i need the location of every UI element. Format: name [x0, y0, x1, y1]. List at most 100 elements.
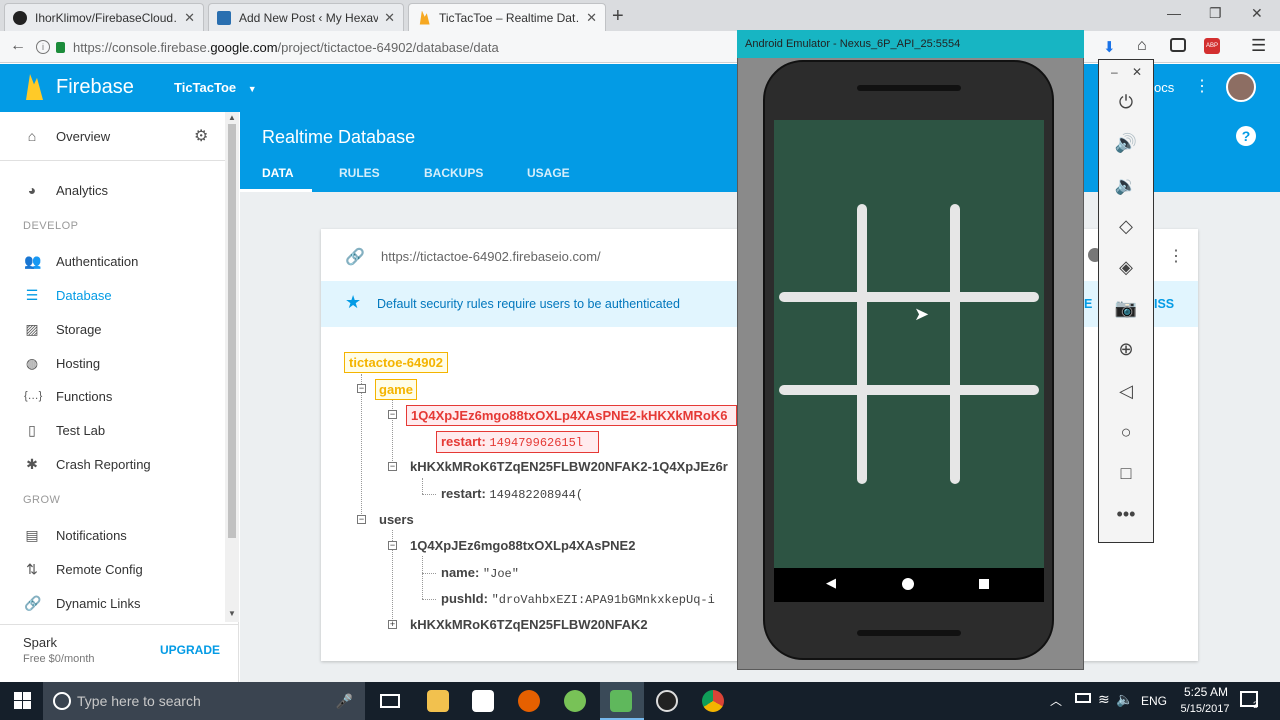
minimize-window-icon[interactable]: —: [1167, 5, 1181, 21]
volume-up-icon[interactable]: 🔊: [1098, 133, 1154, 154]
sidebar-item-test-lab[interactable]: ▯ Test Lab: [0, 413, 225, 447]
gear-icon[interactable]: ⚙: [194, 126, 208, 146]
close-tab-icon[interactable]: ✕: [384, 10, 395, 26]
tree-root-node[interactable]: tictactoe-64902: [344, 352, 448, 373]
url-field[interactable]: i https://console.firebase. google.com/pr…: [36, 35, 736, 59]
android-studio-icon[interactable]: [564, 690, 586, 712]
file-explorer-icon[interactable]: [427, 690, 449, 712]
collapse-icon[interactable]: −: [388, 541, 397, 550]
more-vert-icon[interactable]: ⋮: [1168, 246, 1184, 266]
android-recents-icon[interactable]: [979, 579, 989, 589]
volume-icon[interactable]: 🔈: [1116, 691, 1133, 708]
sidebar-scroll-thumb[interactable]: [228, 124, 236, 538]
download-icon[interactable]: ⬇: [1103, 38, 1116, 56]
overview-square-icon[interactable]: □: [1098, 463, 1154, 484]
tab-backups[interactable]: BACKUPS: [424, 166, 483, 180]
close-icon[interactable]: ✕: [1132, 65, 1142, 79]
home-circle-icon[interactable]: ○: [1098, 422, 1154, 443]
chevron-up-icon[interactable]: ︿: [1050, 692, 1062, 709]
docs-link[interactable]: ocs: [1154, 80, 1174, 95]
collapse-icon[interactable]: −: [357, 384, 366, 393]
sidebar-item-database[interactable]: ☰ Database: [0, 278, 225, 312]
home-icon[interactable]: ⌂: [1137, 37, 1147, 55]
collapse-icon[interactable]: −: [388, 410, 397, 419]
pocket-icon[interactable]: [1170, 38, 1186, 52]
camera-icon[interactable]: 📷: [1098, 298, 1154, 319]
android-home-icon[interactable]: [902, 578, 914, 590]
tree-node-restart[interactable]: restart: 149482208944(: [441, 486, 593, 502]
sidebar-item-storage[interactable]: ▨ Storage: [0, 312, 225, 346]
expand-icon[interactable]: +: [388, 620, 397, 629]
volume-down-icon[interactable]: 🔉: [1098, 175, 1154, 196]
collapse-icon[interactable]: −: [388, 462, 397, 471]
browser-tab-firebase[interactable]: TicTacToe – Realtime Dat… ✕: [408, 3, 606, 31]
close-tab-icon[interactable]: ✕: [184, 10, 195, 26]
board-line-horizontal-1: [779, 292, 1039, 302]
upgrade-button[interactable]: UPGRADE: [160, 643, 220, 657]
sidebar-item-authentication[interactable]: 👥 Authentication: [0, 244, 225, 278]
restore-window-icon[interactable]: ❐: [1209, 5, 1222, 22]
app-icon[interactable]: [656, 690, 678, 712]
scroll-down-icon[interactable]: ▼: [228, 609, 236, 618]
sidebar-item-analytics[interactable]: ◕ Analytics: [0, 173, 225, 207]
battery-icon[interactable]: [1075, 693, 1091, 703]
microphone-icon[interactable]: 🎤: [336, 693, 353, 710]
clock-date[interactable]: 5/15/2017: [1172, 703, 1238, 715]
avatar[interactable]: [1226, 72, 1256, 102]
info-icon[interactable]: i: [36, 40, 50, 54]
chrome-icon[interactable]: [702, 690, 724, 712]
browser-menu-icon[interactable]: ☰: [1251, 36, 1266, 56]
minimize-icon[interactable]: –: [1111, 65, 1118, 79]
tree-node-name[interactable]: name: "Joe": [441, 565, 519, 581]
tree-node-restart[interactable]: restart: 149479962615l: [436, 431, 599, 453]
close-window-icon[interactable]: ✕: [1251, 5, 1263, 22]
firefox-icon[interactable]: [518, 690, 540, 712]
taskbar-search[interactable]: Type here to search 🎤: [43, 682, 365, 720]
clock-time[interactable]: 5:25 AM: [1176, 685, 1236, 699]
tree-node-game-child[interactable]: 1Q4XpJEz6mgo88txOXLp4XAsPNE2-kHKXkMRoK6: [406, 405, 737, 426]
sidebar-item-remote-config[interactable]: ⇅ Remote Config: [0, 552, 225, 586]
sidebar-item-crash-reporting[interactable]: ✱ Crash Reporting: [0, 447, 225, 481]
more-vert-icon[interactable]: ⋮: [1194, 76, 1210, 96]
collapse-icon[interactable]: −: [357, 515, 366, 524]
browser-tab-wordpress[interactable]: Add New Post ‹ My Hexav… ✕: [208, 3, 404, 31]
project-selector[interactable]: TicTacToe ▼: [174, 80, 257, 95]
android-back-icon[interactable]: ◀: [826, 575, 836, 591]
adblock-icon[interactable]: ABP: [1204, 38, 1220, 54]
sidebar-item-dynamic-links[interactable]: 🔗 Dynamic Links: [0, 586, 225, 620]
browser-tab-github[interactable]: IhorKlimov/FirebaseCloud… ✕: [4, 3, 204, 31]
rotate-right-icon[interactable]: ◈: [1098, 257, 1154, 278]
banner-learn-more-button[interactable]: E: [1084, 297, 1092, 311]
network-icon[interactable]: ≋: [1098, 691, 1110, 708]
close-tab-icon[interactable]: ✕: [586, 10, 597, 26]
emulator-app-icon[interactable]: [610, 690, 632, 712]
tab-rules[interactable]: RULES: [339, 166, 380, 180]
banner-dismiss-button[interactable]: ISS: [1154, 297, 1174, 311]
sidebar-item-hosting[interactable]: ◍ Hosting: [0, 346, 225, 380]
sidebar-item-notifications[interactable]: ▤ Notifications: [0, 518, 225, 552]
tree-node-users[interactable]: users: [379, 512, 414, 527]
tree-node-game[interactable]: game: [375, 379, 417, 400]
tree-node-user[interactable]: 1Q4XpJEz6mgo88txOXLp4XAsPNE2: [410, 538, 635, 553]
sidebar-item-overview[interactable]: ⌂ Overview: [0, 119, 225, 153]
tree-node-user[interactable]: kHKXkMRoK6TZqEN25FLBW20NFAK2: [410, 617, 648, 632]
back-icon[interactable]: ◁: [1098, 381, 1154, 402]
scroll-up-icon[interactable]: ▲: [228, 113, 236, 122]
help-icon[interactable]: ?: [1236, 126, 1256, 146]
tab-usage[interactable]: USAGE: [527, 166, 570, 180]
windows-start-icon[interactable]: [14, 692, 31, 709]
task-view-icon[interactable]: [380, 694, 400, 708]
zoom-icon[interactable]: ⊕: [1098, 339, 1154, 360]
phone-screen[interactable]: [774, 120, 1044, 602]
tree-node-pushid[interactable]: pushId: "droVahbxEZI:APA91bGMnkxkepUq-i: [441, 591, 737, 607]
tab-data[interactable]: DATA: [262, 166, 294, 180]
tree-node-game-child[interactable]: kHKXkMRoK6TZqEN25FLBW20NFAK2-1Q4XpJEz6r: [410, 459, 737, 474]
language-indicator[interactable]: ENG: [1141, 694, 1167, 708]
back-arrow-icon[interactable]: ←: [10, 37, 26, 55]
store-icon[interactable]: [472, 690, 494, 712]
new-tab-button[interactable]: +: [612, 5, 624, 28]
more-icon[interactable]: •••: [1098, 504, 1154, 525]
power-icon[interactable]: ⏻: [1098, 92, 1154, 113]
rotate-left-icon[interactable]: ◇: [1098, 216, 1154, 237]
sidebar-item-functions[interactable]: {…} Functions: [0, 379, 225, 413]
